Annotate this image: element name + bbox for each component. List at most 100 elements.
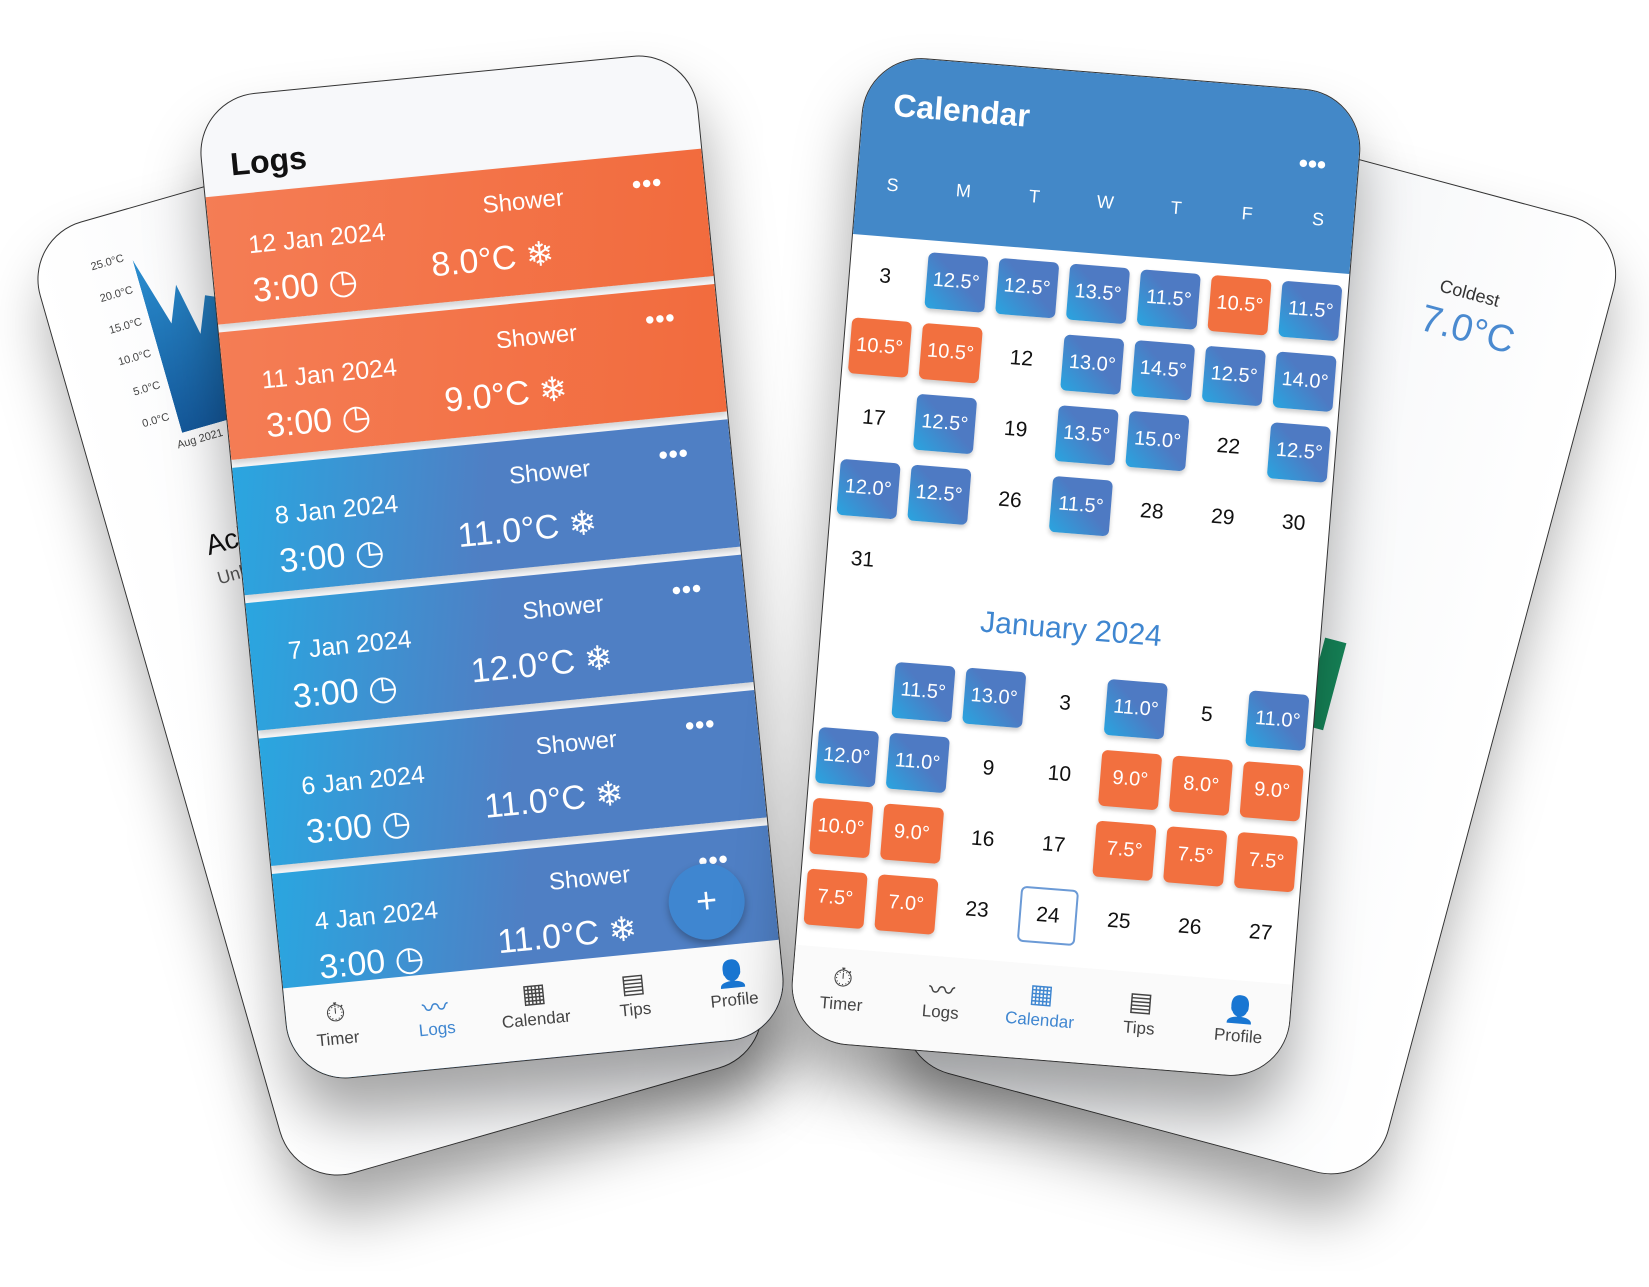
day-cell[interactable]: 11.5° [1131,261,1208,337]
day-temperature-chip[interactable]: 10.5° [1207,274,1272,336]
day-temperature-chip[interactable]: 10.5° [847,316,912,378]
day-temperature-chip[interactable]: 11.5° [891,661,956,722]
day-temperature-chip[interactable]: 11.0° [1245,689,1310,751]
nav-calendar[interactable]: ▦ Calendar [992,975,1088,1063]
day-cell[interactable]: 29 [1184,479,1261,555]
day-temperature-chip[interactable]: 14.0° [1272,350,1338,412]
day-cell[interactable]: 7.5° [1157,818,1234,894]
day-temperature-chip[interactable]: 13.0° [961,667,1027,728]
day-cell[interactable]: 11.0° [1239,682,1316,758]
day-cell[interactable]: 14.0° [1267,343,1344,419]
day-cell[interactable]: 13.0° [956,659,1033,735]
day-temperature-chip[interactable]: 13.5° [1065,263,1131,324]
day-cell[interactable]: 11.5° [1272,272,1349,348]
more-icon[interactable]: ••• [684,708,717,742]
day-temperature-chip[interactable]: 12.5° [906,463,972,525]
day-temperature-chip[interactable]: 7.5° [1092,819,1157,881]
day-cell[interactable]: 23 [939,871,1016,947]
day-cell[interactable]: 27 [1222,894,1299,970]
day-temperature-chip[interactable]: 11.0° [885,732,950,793]
day-cell[interactable]: 9.0° [1092,741,1169,817]
day-cell[interactable]: 12.5° [901,456,978,532]
day-cell[interactable]: 25 [1081,883,1158,959]
day-cell[interactable]: 15.0° [1119,402,1196,478]
day-cell[interactable]: 7.0° [868,866,945,942]
day-cell[interactable]: 7.5° [1228,823,1305,899]
day-cell[interactable]: 11.5° [885,653,962,729]
day-temperature-chip[interactable]: 10.5° [918,322,983,384]
day-cell[interactable]: 19 [977,391,1054,467]
nav-calendar[interactable]: ▦ Calendar [488,974,585,1063]
day-temperature-chip[interactable]: 12.0° [836,458,901,519]
day-cell[interactable]: 13.5° [1048,397,1125,473]
more-icon[interactable]: ••• [644,302,677,336]
day-cell[interactable]: 3 [1027,665,1104,741]
day-temperature-chip[interactable]: 7.5° [803,867,868,929]
day-temperature-chip[interactable]: 12.5° [912,393,977,454]
day-cell[interactable]: 9 [950,730,1027,806]
day-temperature-chip[interactable]: 11.5° [1278,280,1343,341]
day-cell[interactable]: 28 [1114,473,1191,549]
day-cell[interactable]: 12.0° [830,450,907,526]
day-cell[interactable]: 11.0° [879,724,956,800]
day-cell[interactable]: 3 [847,238,924,314]
day-cell[interactable]: 12 [983,320,1060,396]
day-temperature-chip[interactable]: 11.0° [1103,678,1169,740]
more-icon[interactable]: ••• [670,573,703,607]
day-cell[interactable]: 5 [1169,676,1246,752]
day-temperature-chip[interactable]: 12.5° [1201,345,1267,406]
day-cell[interactable]: 10.0° [803,789,880,865]
day-cell[interactable]: 26 [972,462,1049,538]
day-temperature-chip[interactable]: 11.5° [1048,475,1114,537]
day-cell[interactable]: 31 [824,521,901,597]
nav-timer[interactable]: ⏱ Timer [793,959,889,1047]
day-cell[interactable]: 11.0° [1098,671,1175,747]
day-temperature-chip[interactable]: 7.5° [1234,831,1299,893]
more-icon[interactable]: ••• [631,167,664,201]
nav-tips[interactable]: ▤ Tips [1091,983,1187,1071]
day-cell[interactable]: 10.5° [841,309,918,385]
day-cell[interactable]: 17 [1015,806,1092,882]
day-temperature-chip[interactable]: 9.0° [1098,749,1163,810]
day-cell[interactable]: 16 [944,801,1021,877]
day-cell[interactable]: 22 [1190,408,1267,484]
day-temperature-chip[interactable]: 12.5° [1267,421,1332,483]
day-cell[interactable]: 10.5° [912,315,989,391]
day-cell[interactable]: 17 [836,380,913,456]
day-temperature-chip[interactable]: 7.5° [1163,825,1228,887]
day-temperature-chip[interactable]: 12.0° [814,726,879,788]
today-cell[interactable]: 24 [1016,885,1080,946]
day-cell[interactable]: 12.5° [989,249,1066,325]
day-cell[interactable]: 12.0° [808,718,885,794]
day-temperature-chip[interactable]: 13.5° [1054,404,1119,466]
nav-timer[interactable]: ⏱ Timer [289,993,386,1082]
day-temperature-chip[interactable]: 15.0° [1125,410,1190,471]
day-cell[interactable]: 30 [1255,485,1332,561]
day-temperature-chip[interactable]: 9.0° [1239,760,1305,822]
day-cell[interactable]: 7.5° [1086,812,1163,888]
day-cell[interactable]: 26 [1151,889,1228,965]
more-icon[interactable]: ••• [657,437,690,471]
day-cell[interactable]: 7.5° [797,860,874,936]
day-cell[interactable]: 13.0° [1054,326,1131,402]
day-temperature-chip[interactable]: 10.0° [808,797,874,858]
nav-tips[interactable]: ▤ Tips [587,964,684,1053]
day-cell[interactable]: 11.5° [1043,467,1120,543]
day-temperature-chip[interactable]: 11.5° [1136,268,1202,330]
day-temperature-chip[interactable]: 9.0° [879,802,944,864]
nav-profile[interactable]: 👤 Profile [1190,991,1286,1079]
day-cell[interactable]: 10.5° [1202,267,1279,343]
nav-logs[interactable]: 〰 Logs [388,983,485,1072]
day-temperature-chip[interactable]: 13.0° [1060,333,1125,395]
day-temperature-chip[interactable]: 12.5° [924,251,989,313]
day-cell[interactable]: 13.5° [1060,255,1137,331]
more-icon[interactable]: ••• [1298,148,1328,181]
day-cell[interactable]: 12.5° [906,385,983,461]
day-cell[interactable]: 12.5° [1196,337,1273,413]
day-temperature-chip[interactable]: 12.5° [994,257,1060,318]
day-temperature-chip[interactable]: 14.5° [1131,339,1196,401]
nav-logs[interactable]: 〰 Logs [892,967,988,1055]
day-cell[interactable]: 9.0° [874,795,951,871]
day-temperature-chip[interactable]: 8.0° [1169,754,1234,816]
day-cell[interactable]: 12.5° [918,244,995,320]
